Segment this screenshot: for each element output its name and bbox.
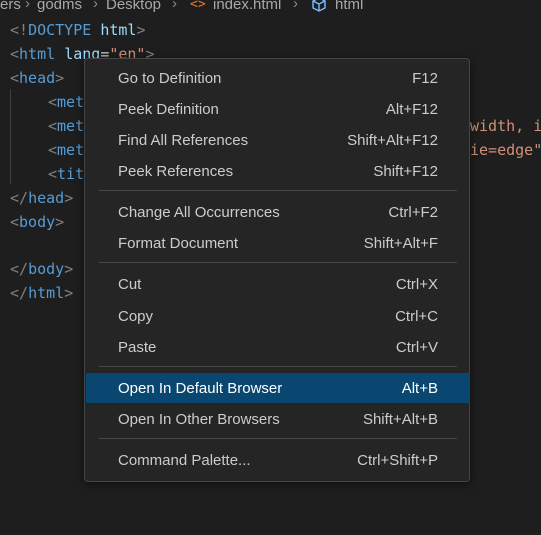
menu-separator [99,366,457,367]
code-line-11: </body> [10,260,74,278]
breadcrumb-separator: › [172,0,177,12]
menu-item-shortcut: Ctrl+X [395,275,438,293]
menu-item-label: Format Document [118,234,239,252]
breadcrumb-item-desktop[interactable]: Desktop [106,0,161,13]
breadcrumb-item-godms[interactable]: godms [37,0,82,13]
menu-item-cut[interactable]: Cut Ctrl+X [86,269,470,299]
menu-item-shortcut: Shift+F12 [373,162,438,180]
menu-item-open-in-default-browser[interactable]: Open In Default Browser Alt+B [86,373,470,403]
menu-item-shortcut: Ctrl+Shift+P [357,451,438,469]
menu-item-shortcut: Ctrl+C [395,307,438,325]
menu-item-shortcut: F12 [412,69,438,87]
code-line-5-tail: width, i [470,117,541,135]
context-menu: Go to Definition F12 Peek Definition Alt… [84,58,470,482]
menu-item-label: Copy [118,307,154,325]
breadcrumb-item-users[interactable]: ers [0,0,21,13]
menu-item-label: Peek References [118,162,234,180]
menu-item-copy[interactable]: Copy Ctrl+C [86,301,470,331]
breadcrumb-item-element[interactable]: html [335,0,363,13]
code-line-1: <!DOCTYPE html> [10,21,146,39]
code-line-4: <met [48,93,85,111]
menu-item-go-to-definition[interactable]: Go to Definition F12 [86,63,470,93]
code-line-5: <met [48,117,85,135]
code-line-9: <body> [10,213,65,231]
menu-item-label: Cut [118,275,142,293]
menu-item-shortcut: Alt+F12 [385,100,438,118]
menu-item-paste[interactable]: Paste Ctrl+V [86,332,470,362]
breadcrumb: ers › godms › Desktop › <> index.html › … [0,0,541,14]
menu-item-label: Open In Other Browsers [118,410,280,428]
menu-item-label: Find All References [118,131,249,149]
code-line-6: <met [48,141,85,159]
breadcrumb-item-file[interactable]: index.html [213,0,281,13]
menu-item-command-palette[interactable]: Command Palette... Ctrl+Shift+P [86,445,470,475]
breadcrumb-separator: › [25,0,30,12]
menu-separator [99,262,457,263]
menu-item-label: Change All Occurrences [118,203,280,221]
menu-item-shortcut: Ctrl+F2 [388,203,438,221]
code-line-7: <tit [48,165,85,183]
menu-item-shortcut: Alt+B [401,379,438,397]
menu-separator [99,438,457,439]
code-line-8: </head> [10,189,74,207]
menu-item-shortcut: Ctrl+V [395,338,438,356]
menu-item-format-document[interactable]: Format Document Shift+Alt+F [86,228,470,258]
menu-item-label: Peek Definition [118,100,219,118]
menu-item-shortcut: Shift+Alt+B [362,410,438,428]
menu-item-peek-references[interactable]: Peek References Shift+F12 [86,156,470,186]
indent-guide [10,89,11,184]
menu-item-open-in-other-browsers[interactable]: Open In Other Browsers Shift+Alt+B [86,404,470,434]
menu-item-find-all-references[interactable]: Find All References Shift+Alt+F12 [86,125,470,155]
code-line-6-tail: ie=edge" [470,141,541,159]
menu-item-label: Go to Definition [118,69,222,87]
menu-item-peek-definition[interactable]: Peek Definition Alt+F12 [86,94,470,124]
menu-item-label: Paste [118,338,157,356]
html-file-icon: <> [190,0,206,12]
code-line-12: </html> [10,284,74,302]
menu-item-label: Open In Default Browser [118,379,283,397]
breadcrumb-separator: › [293,0,298,12]
menu-item-label: Command Palette... [118,451,251,469]
menu-item-shortcut: Shift+Alt+F12 [347,131,438,149]
menu-item-shortcut: Shift+Alt+F [363,234,438,252]
breadcrumb-separator: › [93,0,98,12]
code-line-3: <head> [10,69,65,87]
cube-icon [310,0,328,14]
menu-item-change-all-occurrences[interactable]: Change All Occurrences Ctrl+F2 [86,197,470,227]
menu-separator [99,190,457,191]
